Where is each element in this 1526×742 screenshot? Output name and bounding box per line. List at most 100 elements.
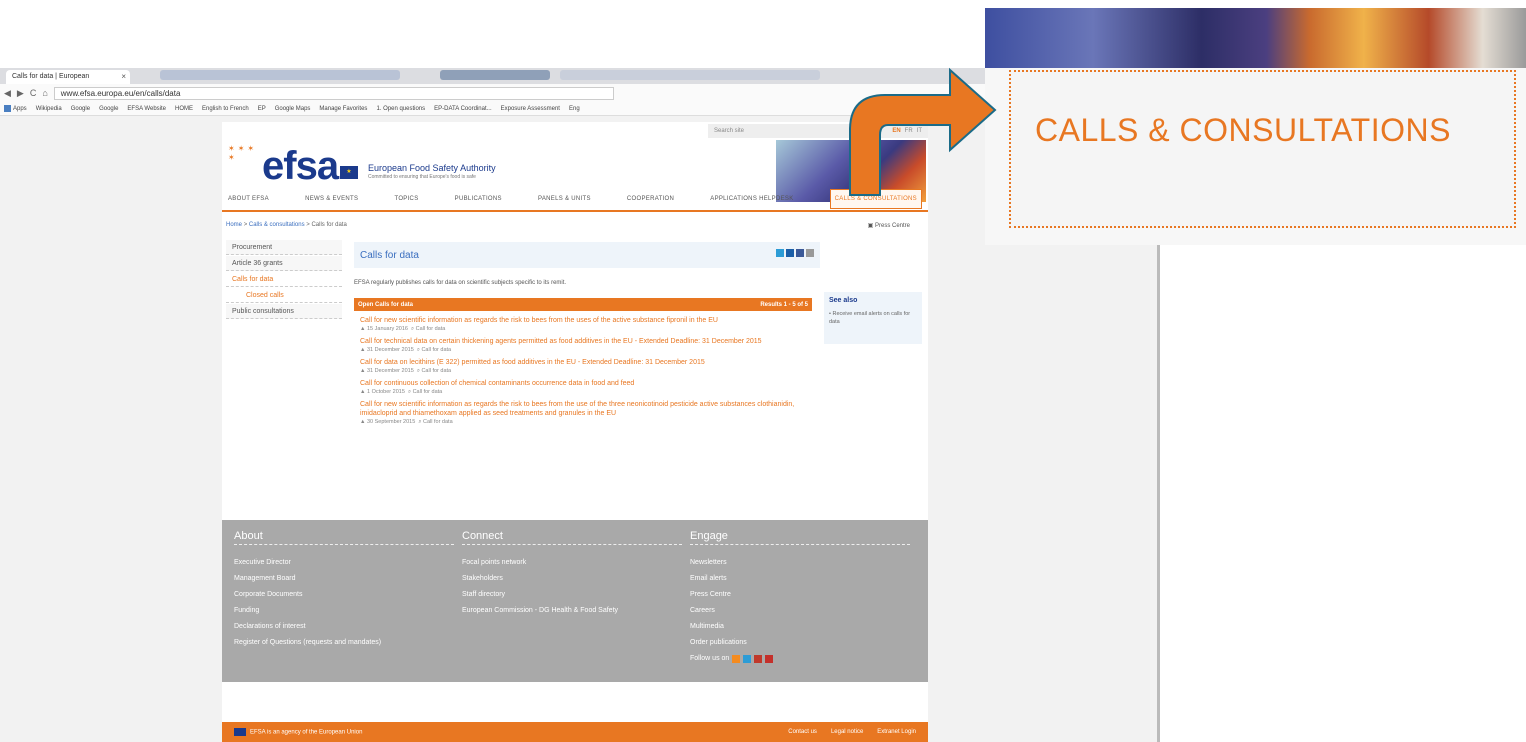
browser-tab[interactable]: Calls for data | European × xyxy=(6,70,130,84)
legal-notice-link[interactable]: Legal notice xyxy=(831,729,863,735)
apps-icon xyxy=(4,104,11,112)
nav-about[interactable]: ABOUT EFSA xyxy=(228,196,269,202)
footer-link[interactable]: Focal points network xyxy=(462,555,682,571)
footer-link[interactable]: Order publications xyxy=(690,635,910,651)
bookmark-item[interactable]: Exposure Assessment xyxy=(501,106,560,112)
call-title-link[interactable]: Call for data on lecithins (E 322) permi… xyxy=(360,358,812,367)
see-also-box: See also • Receive email alerts on calls… xyxy=(824,292,922,344)
footer-link[interactable]: Newsletters xyxy=(690,555,910,571)
footer-link[interactable]: Email alerts xyxy=(690,571,910,587)
call-type[interactable]: Call for data xyxy=(413,389,443,395)
bookmark-item[interactable]: Google xyxy=(71,106,90,112)
footer-link[interactable]: Executive Director xyxy=(234,555,454,571)
call-type[interactable]: Call for data xyxy=(421,347,451,353)
nav-news[interactable]: NEWS & EVENTS xyxy=(305,196,358,202)
call-type[interactable]: Call for data xyxy=(423,419,453,425)
page-title-bar: Calls for data xyxy=(354,242,820,268)
bookmark-item[interactable]: Eng xyxy=(569,106,580,112)
bookmark-item[interactable]: Manage Favorites xyxy=(319,106,367,112)
footer-link[interactable]: Declarations of interest xyxy=(234,619,454,635)
breadcrumb-current: Calls for data xyxy=(311,222,347,228)
url-input[interactable]: www.efsa.europa.eu/en/calls/data xyxy=(53,86,614,100)
press-icon: ▣ xyxy=(867,223,874,229)
zoom-header-image xyxy=(985,8,1526,68)
footer-link[interactable]: Corporate Documents xyxy=(234,587,454,603)
bookmark-item[interactable]: English to French xyxy=(202,106,249,112)
breadcrumb-home[interactable]: Home xyxy=(226,222,242,228)
bookmark-item[interactable]: Apps xyxy=(4,104,27,112)
efsa-logo[interactable]: efsa xyxy=(262,144,339,189)
nav-applications[interactable]: APPLICATIONS HELPDESK xyxy=(710,196,793,202)
nav-publications[interactable]: PUBLICATIONS xyxy=(455,196,502,202)
footer-link[interactable]: Careers xyxy=(690,603,910,619)
close-icon[interactable]: × xyxy=(121,72,126,81)
bookmark-item[interactable]: 1. Open questions xyxy=(376,106,425,112)
callout-arrow-icon xyxy=(849,67,997,196)
eu-flag-icon xyxy=(234,728,246,736)
home-icon[interactable]: ⌂ xyxy=(42,88,47,98)
forward-icon[interactable]: ▶ xyxy=(17,88,24,99)
footer-connect-title: Connect xyxy=(462,530,682,545)
facebook-icon[interactable] xyxy=(796,249,804,257)
call-date: 15 January 2016 xyxy=(366,326,408,332)
bookmark-item[interactable]: EFSA Website xyxy=(127,106,166,112)
call-date: 30 September 2015 xyxy=(366,419,416,425)
agency-note-label: EFSA is an agency of the European Union xyxy=(250,729,363,736)
call-title-link[interactable]: Call for technical data on certain thick… xyxy=(360,337,812,346)
results-count: Results 1 - 5 of 5 xyxy=(760,301,808,308)
call-meta: ▲ 1 October 2015 ⌕ Call for data xyxy=(360,389,443,395)
call-title-link[interactable]: Call for new scientific information as r… xyxy=(360,400,812,418)
print-icon[interactable] xyxy=(806,249,814,257)
nav-topics[interactable]: TOPICS xyxy=(394,196,418,202)
see-also-link[interactable]: • Receive email alerts on calls for data xyxy=(829,310,917,326)
bookmark-item[interactable]: Wikipedia xyxy=(36,106,62,112)
bookmark-item[interactable]: HOME xyxy=(175,106,193,112)
reload-icon[interactable]: C xyxy=(30,88,37,98)
press-centre-link[interactable]: ▣ Press Centre xyxy=(868,222,910,229)
left-nav-public-consultations[interactable]: Public consultations xyxy=(226,304,342,319)
footer-link[interactable]: Register of Questions (requests and mand… xyxy=(234,635,384,651)
share-icons xyxy=(776,249,814,257)
call-type[interactable]: Call for data xyxy=(421,368,451,374)
left-nav-calls-for-data[interactable]: Calls for data xyxy=(226,272,342,287)
footer-link[interactable]: Press Centre xyxy=(690,587,910,603)
footer-link[interactable]: Funding xyxy=(234,603,454,619)
footer-link[interactable]: European Commission - DG Health & Food S… xyxy=(462,603,642,619)
nav-cooperation[interactable]: COOPERATION xyxy=(627,196,674,202)
call-type[interactable]: Call for data xyxy=(416,326,446,332)
blurred-tab-area xyxy=(440,70,550,80)
zoom-calls-label: CALLS & CONSULTATIONS xyxy=(1035,112,1451,148)
bookmark-item[interactable]: EP xyxy=(258,106,266,112)
follow-us: Follow us on xyxy=(690,651,910,667)
extranet-login-link[interactable]: Extranet Login xyxy=(877,729,916,735)
bottom-links: Contact us Legal notice Extranet Login xyxy=(788,729,916,735)
bookmark-item[interactable]: EP-DATA Coordinat... xyxy=(434,106,491,112)
left-nav-closed-calls[interactable]: Closed calls xyxy=(226,288,342,303)
agency-name: European Food Safety Authority xyxy=(368,163,496,173)
contact-link[interactable]: Contact us xyxy=(788,729,817,735)
twitter-icon[interactable] xyxy=(743,655,752,663)
footer-link[interactable]: Multimedia xyxy=(690,619,910,635)
left-nav-procurement[interactable]: Procurement xyxy=(226,240,342,255)
linkedin-icon[interactable] xyxy=(786,249,794,257)
call-title-link[interactable]: Call for continuous collection of chemic… xyxy=(360,379,812,388)
footer-link[interactable]: Management Board xyxy=(234,571,454,587)
breadcrumb-section[interactable]: Calls & consultations xyxy=(249,222,305,228)
rss-icon[interactable] xyxy=(732,655,741,663)
see-also-title: See also xyxy=(829,297,858,304)
youtube-icon[interactable] xyxy=(765,655,774,663)
bookmark-item[interactable]: Google Maps xyxy=(275,106,311,112)
zoom-highlight-box: CALLS & CONSULTATIONS xyxy=(1009,70,1516,228)
bookmark-item[interactable]: Google xyxy=(99,106,118,112)
back-icon[interactable]: ◀ xyxy=(4,88,11,99)
call-meta: ▲ 31 December 2015 ⌕ Call for data xyxy=(360,368,452,374)
left-nav-grants[interactable]: Article 36 grants xyxy=(226,256,342,271)
page-title: Calls for data xyxy=(360,250,419,261)
nav-panels[interactable]: PANELS & UNITS xyxy=(538,196,591,202)
flickr-icon[interactable] xyxy=(754,655,763,663)
twitter-icon[interactable] xyxy=(776,249,784,257)
call-title-link[interactable]: Call for new scientific information as r… xyxy=(360,316,812,325)
footer-link[interactable]: Stakeholders xyxy=(462,571,682,587)
site-header: Search site EN FR IT ✶✶✶ ✶ efsa ★ Europea… xyxy=(222,122,928,212)
footer-link[interactable]: Staff directory xyxy=(462,587,682,603)
